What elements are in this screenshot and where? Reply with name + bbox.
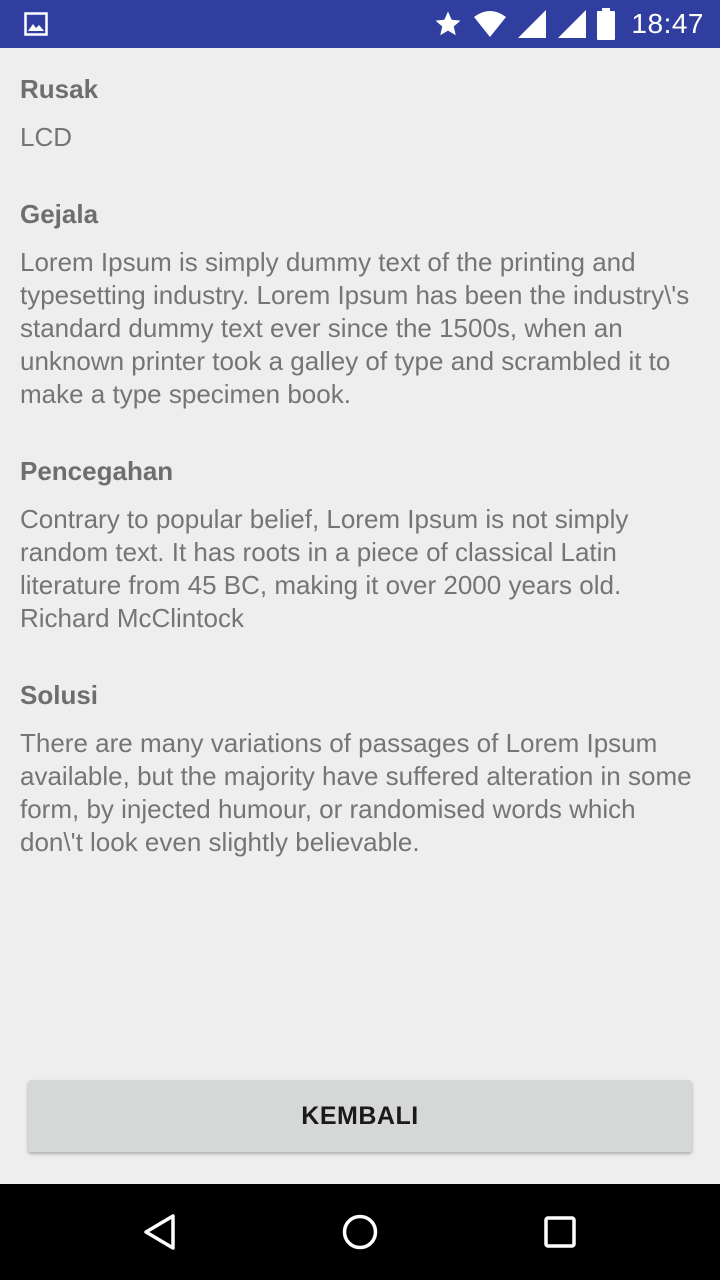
kembali-button[interactable]: KEMBALI — [28, 1080, 692, 1152]
status-bar: 18:47 — [0, 0, 720, 48]
section-value: Contrary to popular belief, Lorem Ipsum … — [20, 504, 629, 633]
image-notification-icon — [24, 12, 48, 36]
section-label: Solusi — [20, 680, 99, 710]
section-solusi: Solusi There are many variations of pass… — [20, 680, 700, 859]
section-label: Pencegahan — [20, 456, 174, 486]
star-icon — [433, 9, 463, 39]
battery-icon — [597, 8, 616, 40]
section-pencegahan: Pencegahan Contrary to popular belief, L… — [20, 456, 700, 635]
section-value: There are many variations of passages of… — [20, 728, 692, 857]
section-gejala: Gejala Lorem Ipsum is simply dummy text … — [20, 199, 700, 411]
signal-icon — [557, 9, 587, 39]
section-value: LCD — [20, 122, 73, 152]
status-time: 18:47 — [631, 8, 704, 39]
section-rusak: Rusak LCD — [20, 74, 700, 154]
back-icon[interactable] — [136, 1208, 184, 1256]
signal-icon — [517, 9, 547, 39]
section-label: Gejala — [20, 199, 99, 229]
section-value: Lorem Ipsum is simply dummy text of the … — [20, 247, 690, 409]
status-icons: 18:47 — [433, 0, 704, 48]
home-icon[interactable] — [336, 1208, 384, 1256]
wifi-icon — [473, 9, 507, 39]
recents-icon[interactable] — [536, 1208, 584, 1256]
navigation-bar — [0, 1184, 720, 1280]
detail-content: Rusak LCD Gejala Lorem Ipsum is simply d… — [20, 48, 700, 859]
section-label: Rusak — [20, 74, 99, 104]
